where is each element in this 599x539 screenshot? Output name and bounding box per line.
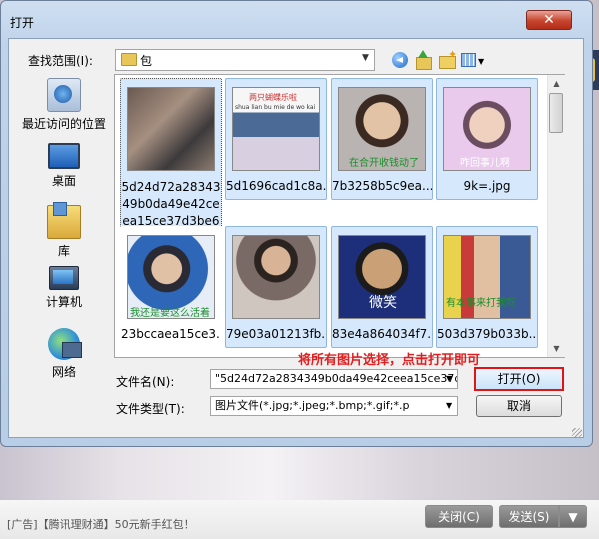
file-type-label: 文件类型(T): xyxy=(116,402,185,416)
file-tile[interactable]: 我还是要这么活着 23bccaea15ce3... xyxy=(120,226,222,348)
file-name-label: 文件名(N): xyxy=(116,375,175,389)
dialog-close-button[interactable]: ✕ xyxy=(526,10,572,30)
chat-close-button[interactable]: 关闭(C) xyxy=(425,505,493,528)
file-tile[interactable]: 两只蝴蝶乐啦 shua lian bu mie de wo kai 5d1696… xyxy=(225,78,327,200)
chevron-down-icon[interactable]: ▼ xyxy=(362,53,369,63)
chevron-down-icon[interactable]: ▼ xyxy=(446,374,452,383)
chevron-down-icon[interactable]: ▼ xyxy=(446,401,452,410)
thumbnail-caption: 在合开收钱动了 xyxy=(349,158,419,169)
send-options-dropdown[interactable]: ▼ xyxy=(559,505,587,528)
place-label: 计算机 xyxy=(45,295,82,309)
resize-grip[interactable] xyxy=(572,428,582,438)
library-icon xyxy=(47,202,81,239)
file-tile[interactable]: 微笑 83e4a864034f7... xyxy=(331,226,433,348)
image-thumbnail xyxy=(127,87,215,171)
file-name: 9k=.jpg xyxy=(463,179,511,193)
cancel-button[interactable]: 取消 xyxy=(476,395,562,417)
thumbnail-caption: 有本事来打我呀 xyxy=(446,298,516,309)
file-name-input[interactable]: "5d24d72a2834349b0da49e42ceea15ce37d3 xyxy=(210,369,458,389)
look-in-value: 包 xyxy=(140,54,153,68)
instruction-annotation: 将所有图片选择，点击打开即可 xyxy=(298,353,481,368)
thumbnail-caption: 我还是要这么活着 xyxy=(130,308,210,319)
thumbnail-caption: 两只蝴蝶乐啦 xyxy=(249,93,297,102)
look-in-label: 查找范围(I): xyxy=(28,54,93,68)
image-thumbnail: 我还是要这么活着 xyxy=(127,235,215,319)
file-name: 83e4a864034f7... xyxy=(332,327,432,341)
up-folder-icon[interactable] xyxy=(413,50,433,70)
desktop-icon xyxy=(48,143,80,169)
image-thumbnail: 在合开收钱动了 xyxy=(338,87,426,171)
view-menu-icon[interactable]: ▼ xyxy=(460,50,488,70)
place-computer[interactable]: 计算机 xyxy=(18,266,110,310)
place-desktop[interactable]: 桌面 xyxy=(18,143,110,189)
image-thumbnail: 微笑 xyxy=(338,235,426,319)
thumbnail-caption: shua lian bu mie de wo kai xyxy=(235,104,316,111)
image-thumbnail: 咋回事儿啊 xyxy=(443,87,531,171)
network-icon xyxy=(48,328,82,360)
file-tile[interactable]: 有本事来打我呀 503d379b033b... xyxy=(436,226,538,348)
image-thumbnail xyxy=(232,235,320,319)
place-label: 最近访问的位置 xyxy=(21,117,106,131)
place-label: 网络 xyxy=(51,365,76,379)
image-thumbnail: 有本事来打我呀 xyxy=(443,235,531,319)
back-icon[interactable] xyxy=(390,50,410,70)
file-tile[interactable]: 咋回事儿啊 9k=.jpg xyxy=(436,78,538,200)
recent-places-icon xyxy=(47,78,81,112)
vertical-scrollbar[interactable]: ▲ ▼ xyxy=(547,75,565,357)
folder-icon xyxy=(121,53,137,66)
file-type-dropdown[interactable]: 图片文件(*.jpg;*.jpeg;*.bmp;*.gif;*.p xyxy=(210,396,458,416)
new-folder-icon[interactable]: ✦ xyxy=(437,49,457,70)
chat-send-button[interactable]: 发送(S) xyxy=(499,505,559,528)
thumbnail-caption: 咋回事儿啊 xyxy=(460,158,510,169)
file-name: 503d379b033b... xyxy=(437,327,537,341)
place-network[interactable]: 网络 xyxy=(18,328,110,380)
file-name: 23bccaea15ce3... xyxy=(121,327,221,341)
open-button[interactable]: 打开(O) xyxy=(474,367,564,391)
scrollbar-thumb[interactable] xyxy=(549,93,563,133)
ad-text[interactable]: [广告]【腾讯理财通】50元新手红包！ xyxy=(7,516,195,532)
place-label: 桌面 xyxy=(51,174,76,188)
file-tile[interactable]: 79e03a01213fb... xyxy=(225,226,327,348)
file-tile[interactable]: 在合开收钱动了 7b3258b5c9ea... xyxy=(331,78,433,200)
file-name: 79e03a01213fb... xyxy=(226,327,326,341)
look-in-dropdown[interactable] xyxy=(115,49,375,71)
computer-icon xyxy=(49,266,79,290)
place-label: 库 xyxy=(57,244,70,258)
place-recent[interactable]: 最近访问的位置 xyxy=(18,78,110,132)
thumbnail-caption: 微笑 xyxy=(369,295,397,311)
image-thumbnail: 两只蝴蝶乐啦 shua lian bu mie de wo kai xyxy=(232,87,320,171)
dialog-title: 打开 xyxy=(10,16,35,30)
file-tile[interactable]: 5d24d72a2834349b0da49e42ceea15ce37d3be64… xyxy=(120,78,222,246)
place-library[interactable]: 库 xyxy=(18,202,110,259)
scroll-down-icon[interactable]: ▼ xyxy=(548,340,565,357)
file-name: 7b3258b5c9ea... xyxy=(332,179,432,193)
file-name: 5d1696cad1c8a... xyxy=(226,179,326,193)
scroll-up-icon[interactable]: ▲ xyxy=(548,75,565,92)
